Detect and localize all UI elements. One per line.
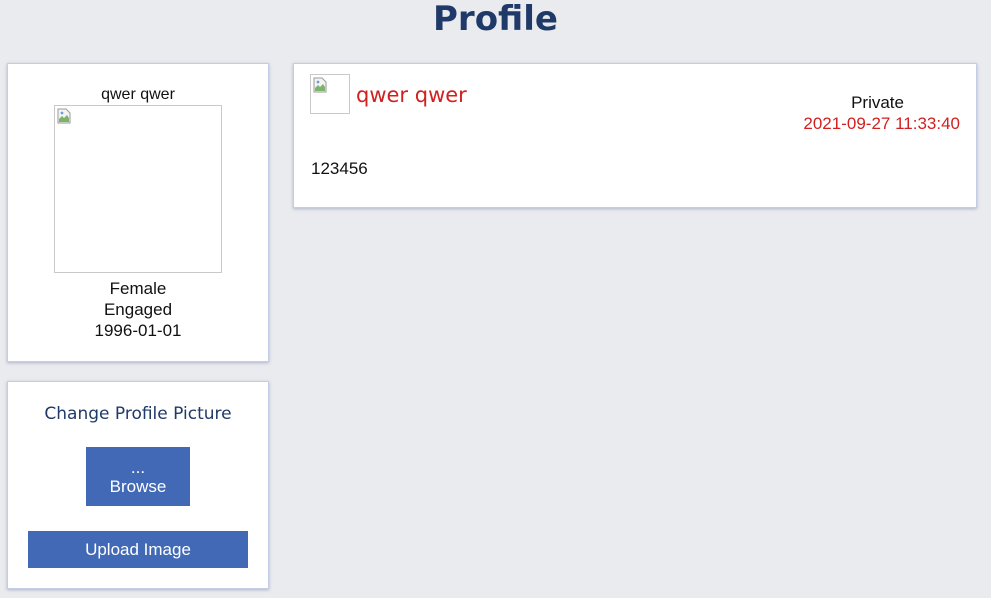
browse-ellipsis: ... <box>130 457 146 477</box>
profile-birthdate: 1996-01-01 <box>94 321 182 340</box>
post-privacy: Private <box>851 93 904 112</box>
post-card: qwer qwer Private 2021-09-27 11:33:40 12… <box>293 63 977 208</box>
broken-image-icon <box>57 108 71 124</box>
browse-button[interactable]: ... Browse <box>86 447 190 506</box>
broken-image-icon <box>313 77 327 93</box>
profile-gender: Female <box>109 279 167 298</box>
post-timestamp: 2021-09-27 11:33:40 <box>803 114 960 133</box>
browse-label: Browse <box>109 476 167 496</box>
profile-avatar <box>54 105 222 273</box>
upload-card: Change Profile Picture ... Browse Upload… <box>7 381 269 589</box>
post-author-avatar <box>310 74 350 114</box>
page-title: Profile <box>433 0 558 39</box>
post-body: 123456 <box>311 159 368 178</box>
post-author-name[interactable]: qwer qwer <box>356 83 467 107</box>
profile-name: qwer qwer <box>101 86 175 103</box>
profile-card: qwer qwer Female Engaged 1996-01-01 <box>7 63 269 362</box>
profile-relationship-status: Engaged <box>103 300 173 319</box>
upload-title: Change Profile Picture <box>44 404 232 424</box>
upload-image-button[interactable]: Upload Image <box>28 531 248 568</box>
